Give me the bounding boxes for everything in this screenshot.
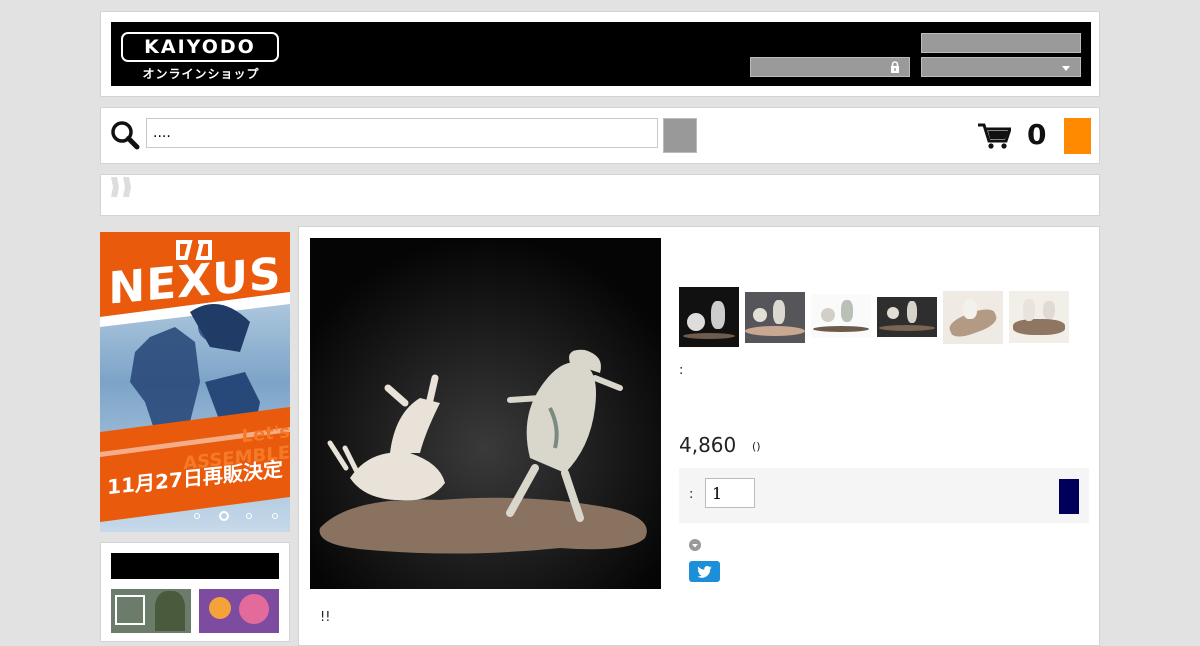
password-field[interactable] [750,57,910,77]
search-input[interactable] [146,118,658,148]
product-panel: : 4,860 () : !! [298,226,1100,646]
sidebar-product-thumbnail[interactable] [199,589,279,633]
logo-subtitle: オンラインショップ [142,67,260,81]
carousel-dot-3[interactable] [246,513,252,519]
cart-icon[interactable] [977,122,1011,150]
header-bar: KAIYODO オンラインショップ [111,22,1091,86]
search-bar: 0 [100,107,1100,164]
carousel-dot-2[interactable] [219,511,229,521]
product-price: 4,860 [679,433,737,457]
lock-icon [891,61,899,73]
sidebar-heading-bar [111,553,279,579]
product-description: !! [320,610,331,625]
product-thumbnail[interactable] [877,297,937,337]
carousel-dot-1[interactable] [194,513,200,519]
product-main-image[interactable] [310,238,661,589]
add-to-cart-button[interactable] [1059,479,1079,514]
product-thumbnail[interactable] [943,291,1003,344]
product-spec-label: : [679,363,684,378]
quantity-label: : [689,487,694,502]
product-thumbnail[interactable] [1009,291,1069,343]
chevron-down-circle-icon[interactable] [689,539,701,551]
quantity-input[interactable] [705,478,755,508]
twitter-share-button[interactable] [689,561,720,582]
kaiyodo-logo[interactable]: KAIYODO [121,32,279,62]
cart-button[interactable] [1064,118,1091,154]
site-header: KAIYODO オンラインショップ [100,11,1100,97]
breadcrumb [100,174,1100,216]
breadcrumb-home-icon[interactable] [111,177,133,197]
promo-banner[interactable]: . NEXUS Let's ASSEMBLE 11月27日再販決定 [100,232,290,532]
sidebar-category-box [100,542,290,642]
purchase-row: : [679,468,1089,523]
cart-count: 0 [1027,118,1047,151]
search-button[interactable] [663,118,697,153]
login-field[interactable] [921,33,1081,53]
product-thumbnail[interactable] [679,287,739,347]
chevron-down-icon [1062,66,1070,71]
search-icon[interactable] [110,120,140,150]
product-thumbnail[interactable] [811,294,871,338]
product-thumbnail[interactable] [745,292,805,343]
sidebar-product-thumbnail[interactable] [111,589,191,633]
carousel-dot-4[interactable] [272,513,278,519]
select-dropdown[interactable] [921,57,1081,77]
twitter-icon [697,565,712,578]
price-tax-note: () [752,440,761,453]
